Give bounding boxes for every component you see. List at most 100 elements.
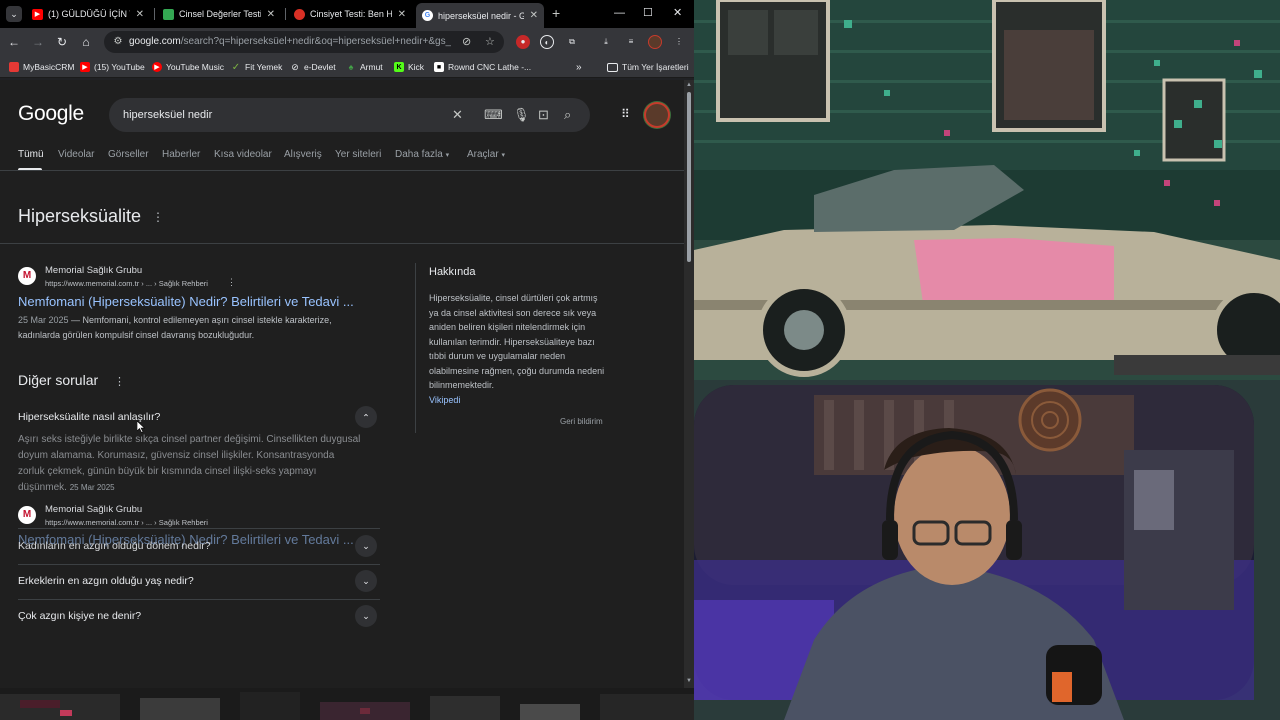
maximize-icon[interactable]: ☐ <box>643 6 653 20</box>
tab-youtube[interactable]: ▶ (1) GÜLDÜĞÜ İÇİN TUTUKLA ✕ <box>26 3 150 25</box>
search-box[interactable]: hiperseksüel nedir ✕ ⌨ 🎙 ⊡ ⌕ <box>109 98 590 132</box>
new-tab-icon[interactable]: + <box>552 6 560 20</box>
close-tab-icon[interactable]: ✕ <box>267 9 275 20</box>
all-bookmarks-label: Tüm Yer İşaretleri <box>622 62 689 72</box>
bookmark-kick[interactable]: K Kick <box>394 60 424 74</box>
tab-all[interactable]: Tümü <box>18 149 44 160</box>
bookmark-label: Rownd CNC Lathe -... <box>448 62 532 72</box>
tab-separator <box>285 8 286 20</box>
scrollbar[interactable]: ▲ ▼ <box>684 80 694 688</box>
test-icon <box>294 8 305 20</box>
tab-tools[interactable]: Araçlar ▾ <box>467 149 505 160</box>
tab-short-videos[interactable]: Kısa videolar <box>214 149 272 160</box>
paa-source-site[interactable]: Memorial Sağlık Grubu <box>45 504 142 515</box>
download-icon[interactable]: ⤓ <box>599 35 613 49</box>
paa-question[interactable]: Çok azgın kişiye ne denir? <box>18 610 141 622</box>
close-tab-icon[interactable]: ✕ <box>530 10 538 21</box>
about-text: Hiperseksüalite, cinsel dürtüleri çok ar… <box>429 293 605 390</box>
kick-icon: K <box>394 62 404 72</box>
search-icon[interactable]: ⌕ <box>564 107 571 123</box>
paa-question[interactable]: Kadınların en azgın olduğu dönem nedir? <box>18 540 211 552</box>
eye-off-icon[interactable]: ⊘ <box>462 36 471 48</box>
google-logo[interactable]: Google <box>18 102 84 126</box>
bookmark-fit-yemek[interactable]: ✓ Fit Yemek <box>231 60 283 74</box>
extensions-puzzle-icon[interactable]: ⧉ <box>565 35 579 49</box>
bookmark-armut[interactable]: ♠ Armut <box>346 60 383 74</box>
bookmark-youtube-music[interactable]: ▶ YouTube Music <box>152 60 224 74</box>
tab-cinsiyet-testi[interactable]: Cinsiyet Testi: Ben Hangi ✕ <box>288 3 412 25</box>
forward-icon[interactable]: → <box>30 34 46 50</box>
tab-google-search[interactable]: G hiperseksüel nedir - Goo ✕ <box>416 3 544 28</box>
reading-list-icon[interactable]: ≡ <box>624 35 638 49</box>
chevron-down-icon[interactable]: ⌄ <box>355 570 377 592</box>
memorial-favicon-icon[interactable]: M <box>18 267 36 285</box>
address-bar[interactable]: ⚙ google.com/search?q=hiperseksüel+nedir… <box>104 31 504 53</box>
tab-images[interactable]: Görseller <box>108 149 149 160</box>
result-options-icon[interactable]: ⋮ <box>227 277 236 288</box>
tab-title: hiperseksüel nedir - Goo <box>438 10 524 21</box>
youtube-icon: ▶ <box>80 62 90 72</box>
tab-tools-label: Araçlar <box>467 149 499 160</box>
reload-icon[interactable]: ↻ <box>54 34 70 50</box>
bookmark-mybasiccrm[interactable]: MyBasicCRM <box>9 60 74 74</box>
address-url: google.com/search?q=hiperseksüel+nedir&o… <box>129 36 451 48</box>
site-info-icon[interactable]: ⚙ <box>112 36 124 48</box>
tab-more[interactable]: Daha fazla ▾ <box>395 149 449 160</box>
extension-icon[interactable]: ◐ <box>540 35 554 49</box>
scroll-down-icon[interactable]: ▼ <box>686 678 692 684</box>
bookmark-rownd[interactable]: ■ Rownd CNC Lathe -... <box>434 60 531 74</box>
minimize-icon[interactable]: — <box>614 6 625 20</box>
tab-news[interactable]: Haberler <box>162 149 200 160</box>
result-title-link[interactable]: Nemfomani (Hiperseksüalite) Nedir? Belir… <box>18 294 354 309</box>
people-also-ask-title: Diğer sorular <box>18 372 99 388</box>
more-options-icon[interactable]: ⋮ <box>152 210 164 224</box>
chevron-down-icon[interactable]: ⌄ <box>355 535 377 557</box>
search-query[interactable]: hiperseksüel nedir <box>123 108 212 122</box>
apps-grid-icon[interactable]: ⠿ <box>621 107 635 121</box>
tab-more-label: Daha fazla <box>395 149 443 160</box>
folder-icon <box>607 62 618 72</box>
tab-search-icon[interactable]: ⌄ <box>6 6 22 22</box>
chevron-down-icon[interactable]: ⌄ <box>355 605 377 627</box>
lens-icon[interactable]: ⊡ <box>538 107 549 123</box>
bookmark-label: Armut <box>360 62 383 72</box>
bookmark-star-icon[interactable]: ☆ <box>485 36 495 48</box>
menu-kebab-icon[interactable]: ⋮ <box>672 35 686 49</box>
microphone-icon[interactable]: 🎙 <box>513 107 530 123</box>
extension-icon[interactable]: ● <box>516 35 530 49</box>
clear-icon[interactable]: ✕ <box>452 107 463 123</box>
more-bookmarks-icon[interactable]: » <box>576 60 582 74</box>
bookmark-youtube[interactable]: ▶ (15) YouTube <box>80 60 145 74</box>
close-tab-icon[interactable]: ✕ <box>136 9 144 20</box>
paa-source-url[interactable]: https://www.memorial.com.tr › ... › Sağl… <box>45 518 208 527</box>
bookmark-e-devlet[interactable]: ⊘ e-Devlet <box>290 60 336 74</box>
search-tabs: Tümü Videolar Görseller Haberler Kısa vi… <box>18 149 678 171</box>
keyboard-icon[interactable]: ⌨ <box>484 107 503 123</box>
close-window-icon[interactable]: ✕ <box>673 6 682 20</box>
all-bookmarks[interactable]: Tüm Yer İşaretleri <box>607 60 689 74</box>
result-site-name[interactable]: Memorial Sağlık Grubu <box>45 265 142 276</box>
result-date: 25 Mar 2025 <box>18 315 69 325</box>
more-options-icon[interactable]: ⋮ <box>114 375 125 388</box>
result-url[interactable]: https://www.memorial.com.tr › ... › Sağl… <box>45 279 208 288</box>
tab-cinsel-degerler[interactable]: Cinsel Değerler Testi ✕ <box>157 3 281 25</box>
chevron-up-icon[interactable]: ⌄ <box>355 406 377 428</box>
tab-videos[interactable]: Videolar <box>58 149 95 160</box>
profile-avatar[interactable] <box>648 35 662 49</box>
feedback-link[interactable]: Geri bildirim <box>560 417 603 426</box>
divider <box>18 564 380 565</box>
bookmark-label: e-Devlet <box>304 62 336 72</box>
scroll-up-icon[interactable]: ▲ <box>686 82 692 88</box>
tab-places[interactable]: Yer siteleri <box>335 149 381 160</box>
home-icon[interactable]: ⌂ <box>78 34 94 50</box>
paa-question[interactable]: Erkeklerin en azgın olduğu yaş nedir? <box>18 575 194 587</box>
tab-shopping[interactable]: Alışveriş <box>284 149 322 160</box>
wikipedia-link[interactable]: Vikipedi <box>429 395 460 405</box>
bookmark-label: YouTube Music <box>166 62 224 72</box>
scroll-thumb[interactable] <box>687 92 691 262</box>
back-icon[interactable]: ← <box>6 34 22 50</box>
avatar[interactable] <box>644 102 670 128</box>
armut-icon: ♠ <box>348 62 354 72</box>
close-tab-icon[interactable]: ✕ <box>398 9 406 20</box>
memorial-favicon-icon[interactable]: M <box>18 506 36 524</box>
